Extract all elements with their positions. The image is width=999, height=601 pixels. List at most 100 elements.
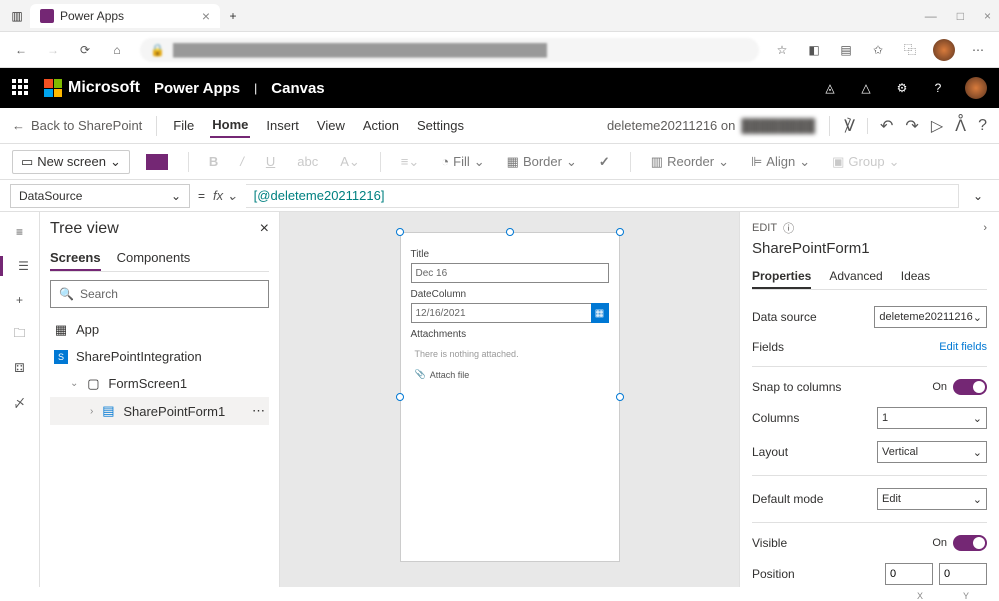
tree-view-icon[interactable]: ☰	[0, 256, 39, 276]
back-to-sharepoint[interactable]: ← Back to SharePoint	[12, 118, 142, 133]
sharepoint-form-canvas[interactable]: Title Dec 16 DateColumn 12/16/2021 ▦ Att…	[400, 232, 620, 562]
menu-view[interactable]: View	[315, 114, 347, 137]
share-button[interactable]: ᐰ	[955, 116, 966, 136]
columns-select[interactable]: 1⌄	[877, 407, 987, 429]
border-button[interactable]: ▦ Border ⌄	[501, 150, 583, 174]
italic-button[interactable]: /	[234, 150, 250, 173]
prop-default-mode: Default mode Edit⌄	[752, 482, 987, 516]
menu-action[interactable]: Action	[361, 114, 401, 137]
edit-fields-link[interactable]: Edit fields	[939, 341, 987, 353]
play-button[interactable]: ▷	[931, 116, 943, 136]
strike-button[interactable]: abc	[291, 150, 324, 173]
font-color-button[interactable]: A⌄	[334, 150, 366, 174]
resize-handle-tr[interactable]	[616, 228, 624, 236]
url-bar[interactable]: 🔒 ██████████████████████████████████████…	[140, 38, 759, 62]
menu-settings[interactable]: Settings	[415, 114, 466, 137]
field-input-title[interactable]: Dec 16	[411, 263, 609, 283]
field-input-date[interactable]: 12/16/2021 ▦	[411, 303, 609, 323]
collapse-panel-icon[interactable]: ›	[983, 222, 987, 234]
formula-input[interactable]: [@deleteme20211216]	[246, 184, 959, 208]
visible-toggle[interactable]	[953, 535, 987, 551]
close-window-button[interactable]: ×	[984, 9, 991, 23]
help-icon[interactable]: ?	[929, 79, 947, 97]
data-source-select[interactable]: deleteme20211216⌄	[874, 306, 987, 328]
align-text-button[interactable]: ≡⌄	[395, 150, 425, 174]
group-button[interactable]: ▣ Group ⌄	[826, 150, 905, 174]
property-selector[interactable]: DataSource ⌄	[10, 184, 190, 208]
resize-handle-tl[interactable]	[396, 228, 404, 236]
new-tab-button[interactable]: +	[224, 7, 242, 25]
theme-button[interactable]	[140, 150, 174, 174]
position-x-input[interactable]	[885, 563, 933, 585]
undo-button[interactable]: ↶	[880, 116, 893, 136]
data-pane-icon[interactable]: 🗀	[10, 324, 30, 344]
app-launcher-icon[interactable]	[12, 79, 30, 97]
resize-handle-tc[interactable]	[506, 228, 514, 236]
reorder-button[interactable]: ▥ Reorder ⌄	[645, 150, 735, 174]
collections-icon[interactable]: ⿻	[901, 41, 919, 59]
tab-close-icon[interactable]: ×	[202, 8, 210, 24]
caret-right-icon[interactable]: ›	[90, 406, 93, 417]
snap-toggle[interactable]	[953, 379, 987, 395]
tools-pane-icon[interactable]: 〆	[10, 392, 30, 412]
attach-file-button[interactable]: 📎 Attach file	[411, 365, 609, 384]
notifications-icon[interactable]: △	[857, 79, 875, 97]
nav-forward-icon[interactable]: →	[44, 41, 62, 59]
close-panel-icon[interactable]: ×	[260, 220, 269, 238]
settings-icon[interactable]: ⚙	[893, 79, 911, 97]
bold-button[interactable]: B	[203, 150, 224, 173]
tab-screens[interactable]: Screens	[50, 246, 101, 271]
favorites-icon[interactable]: ☆	[773, 41, 791, 59]
resize-handle-mr[interactable]	[616, 393, 624, 401]
nav-home-icon[interactable]: ⌂	[108, 41, 126, 59]
menu-icon[interactable]: ⋯	[969, 41, 987, 59]
canvas-area[interactable]: Title Dec 16 DateColumn 12/16/2021 ▦ Att…	[280, 212, 739, 587]
more-icon[interactable]: ⋯	[252, 403, 265, 419]
environment-icon[interactable]: ◬	[821, 79, 839, 97]
media-pane-icon[interactable]: ⚃	[10, 358, 30, 378]
addfav-icon[interactable]: ✩	[869, 41, 887, 59]
default-mode-select[interactable]: Edit⌄	[877, 488, 987, 510]
tree-search-box[interactable]: 🔍 Search	[50, 280, 269, 308]
app-checker-icon[interactable]: ℣	[844, 116, 855, 136]
minimize-button[interactable]: —	[925, 9, 937, 23]
info-icon[interactable]: ⓘ	[783, 220, 794, 236]
tree-item-sp-integration[interactable]: S SharePointIntegration	[50, 343, 269, 370]
tab-properties[interactable]: Properties	[752, 265, 811, 289]
checkmark-button[interactable]: ✓	[593, 150, 616, 174]
formula-expand-icon[interactable]: ⌄	[967, 189, 989, 203]
insert-pane-icon[interactable]: +	[10, 290, 30, 310]
position-y-input[interactable]	[939, 563, 987, 585]
menu-home[interactable]: Home	[210, 113, 250, 138]
tree-item-formscreen[interactable]: ⌄ ▢ FormScreen1	[50, 370, 269, 397]
underline-button[interactable]: U	[260, 150, 281, 173]
hamburger-icon[interactable]: ≡	[10, 222, 30, 242]
redo-button[interactable]: ↷	[905, 116, 918, 136]
align-button[interactable]: ⊫ Align ⌄	[745, 150, 816, 174]
fill-button[interactable]: ◔ Fill ⌄	[435, 150, 490, 174]
user-avatar[interactable]	[965, 77, 987, 99]
nav-refresh-icon[interactable]: ⟳	[76, 41, 94, 59]
tab-overview-icon[interactable]: ▥	[8, 7, 26, 25]
maximize-button[interactable]: □	[957, 9, 964, 23]
caret-down-icon[interactable]: ⌄	[70, 378, 78, 389]
extension-icon[interactable]: ◧	[805, 41, 823, 59]
resize-handle-ml[interactable]	[396, 393, 404, 401]
nav-back-icon[interactable]: ←	[12, 41, 30, 59]
browser-tab[interactable]: Power Apps ×	[30, 4, 220, 28]
menu-insert[interactable]: Insert	[264, 114, 301, 137]
menu-file[interactable]: File	[171, 114, 196, 137]
tab-advanced[interactable]: Advanced	[829, 265, 882, 289]
tree-item-app[interactable]: ▦ App	[50, 316, 269, 343]
layout-select[interactable]: Vertical⌄	[877, 441, 987, 463]
reading-icon[interactable]: ▤	[837, 41, 855, 59]
new-screen-button[interactable]: ▭ New screen ⌄	[12, 150, 130, 174]
tab-components[interactable]: Components	[117, 246, 191, 271]
help-button[interactable]: ?	[978, 117, 987, 135]
profile-avatar[interactable]	[933, 39, 955, 61]
chevron-down-icon: ⌄	[889, 154, 900, 170]
tree-item-spform[interactable]: › ▤ SharePointForm1 ⋯	[50, 397, 269, 425]
tab-ideas[interactable]: Ideas	[901, 265, 930, 289]
calendar-icon[interactable]: ▦	[591, 303, 609, 323]
chevron-down-icon[interactable]: ⌄	[227, 188, 238, 203]
